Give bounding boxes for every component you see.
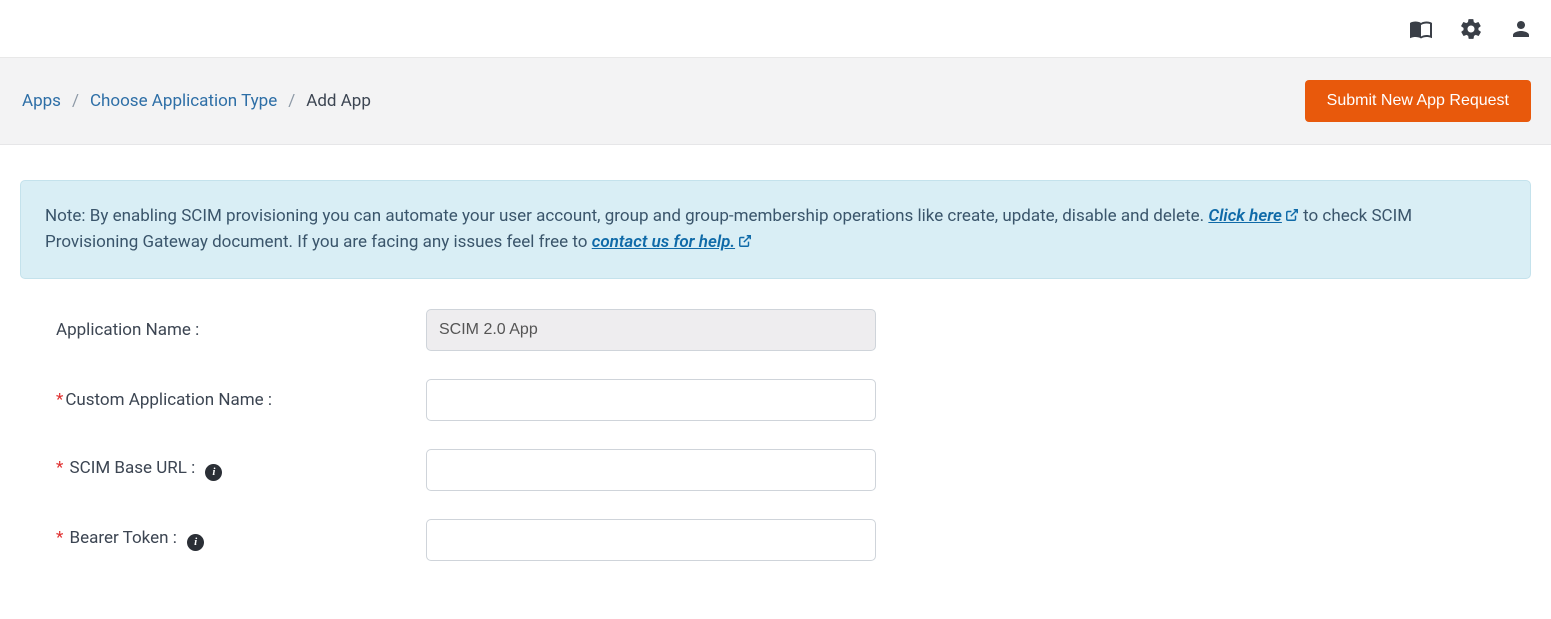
- gear-icon[interactable]: [1459, 17, 1483, 41]
- info-icon[interactable]: i: [187, 534, 204, 551]
- topbar: [0, 0, 1551, 58]
- breadcrumb-sep: /: [288, 91, 295, 111]
- breadcrumb-sep: /: [72, 91, 79, 111]
- add-app-form: Application Name : *Custom Application N…: [20, 279, 1531, 599]
- click-here-link[interactable]: Click here: [1208, 206, 1299, 226]
- note-text: Note: By enabling SCIM provisioning you …: [45, 206, 1208, 226]
- label-scim-base-url: * SCIM Base URL : i: [56, 458, 426, 481]
- breadcrumb: Apps / Choose Application Type / Add App: [22, 91, 371, 111]
- form-row-application-name: Application Name :: [56, 309, 1495, 351]
- form-row-scim-base-url: * SCIM Base URL : i: [56, 449, 1495, 491]
- breadcrumb-current: Add App: [306, 91, 371, 111]
- user-icon[interactable]: [1509, 17, 1533, 41]
- contact-us-link[interactable]: contact us for help.: [592, 232, 752, 252]
- form-row-bearer-token: * Bearer Token : i: [56, 519, 1495, 561]
- page-header: Apps / Choose Application Type / Add App…: [0, 58, 1551, 145]
- info-icon[interactable]: i: [205, 464, 222, 481]
- note-box: Note: By enabling SCIM provisioning you …: [20, 180, 1531, 279]
- label-application-name: Application Name :: [56, 320, 426, 340]
- label-bearer-token: * Bearer Token : i: [56, 528, 426, 551]
- breadcrumb-link-apps[interactable]: Apps: [22, 91, 61, 111]
- form-row-custom-application-name: *Custom Application Name :: [56, 379, 1495, 421]
- scim-base-url-input[interactable]: [426, 449, 876, 491]
- submit-new-app-request-button[interactable]: Submit New App Request: [1305, 80, 1531, 122]
- application-name-input: [426, 309, 876, 351]
- label-custom-application-name: *Custom Application Name :: [56, 390, 426, 410]
- book-icon[interactable]: [1409, 17, 1433, 41]
- custom-application-name-input[interactable]: [426, 379, 876, 421]
- bearer-token-input[interactable]: [426, 519, 876, 561]
- breadcrumb-link-choose[interactable]: Choose Application Type: [90, 91, 277, 111]
